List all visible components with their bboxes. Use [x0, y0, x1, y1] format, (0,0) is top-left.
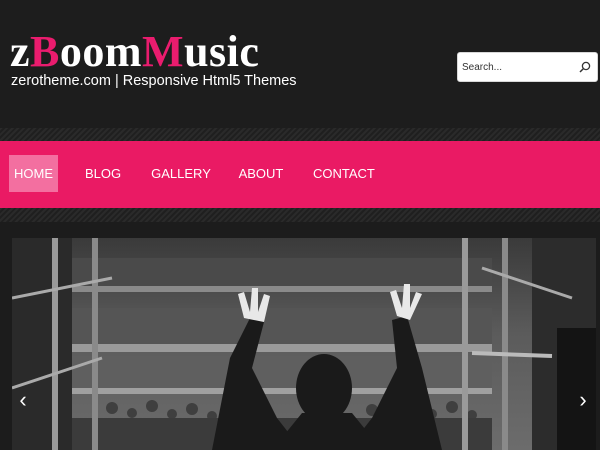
- logo-part: oom: [59, 27, 143, 76]
- logo-part: z: [10, 27, 31, 76]
- nav-item-gallery[interactable]: GALLERY: [151, 155, 211, 192]
- nav-item-about[interactable]: ABOUT: [238, 155, 284, 192]
- search-icon[interactable]: [579, 61, 591, 73]
- site-header: zBoomMusic zerotheme.com | Responsive Ht…: [0, 0, 600, 128]
- spacer: [0, 222, 600, 238]
- nav-item-contact[interactable]: CONTACT: [313, 155, 375, 192]
- search-box[interactable]: [457, 52, 598, 82]
- slider-next-button[interactable]: ›: [574, 385, 592, 415]
- divider-stripe: [0, 208, 600, 222]
- main-nav: HOME BLOG GALLERY ABOUT CONTACT: [0, 141, 600, 208]
- site-logo[interactable]: zBoomMusic: [10, 28, 259, 76]
- site-tagline: zerotheme.com | Responsive Html5 Themes: [11, 73, 297, 89]
- hero-slider[interactable]: [12, 238, 596, 450]
- logo-accent: M: [142, 27, 185, 76]
- logo-part: usic: [184, 27, 260, 76]
- nav-item-home[interactable]: HOME: [9, 155, 58, 192]
- nav-item-blog[interactable]: BLOG: [82, 155, 124, 192]
- concert-photo: [12, 238, 596, 450]
- divider-stripe: [0, 128, 600, 142]
- search-input[interactable]: [462, 58, 572, 76]
- slider-prev-button[interactable]: ‹: [14, 385, 32, 415]
- logo-accent: B: [30, 27, 60, 76]
